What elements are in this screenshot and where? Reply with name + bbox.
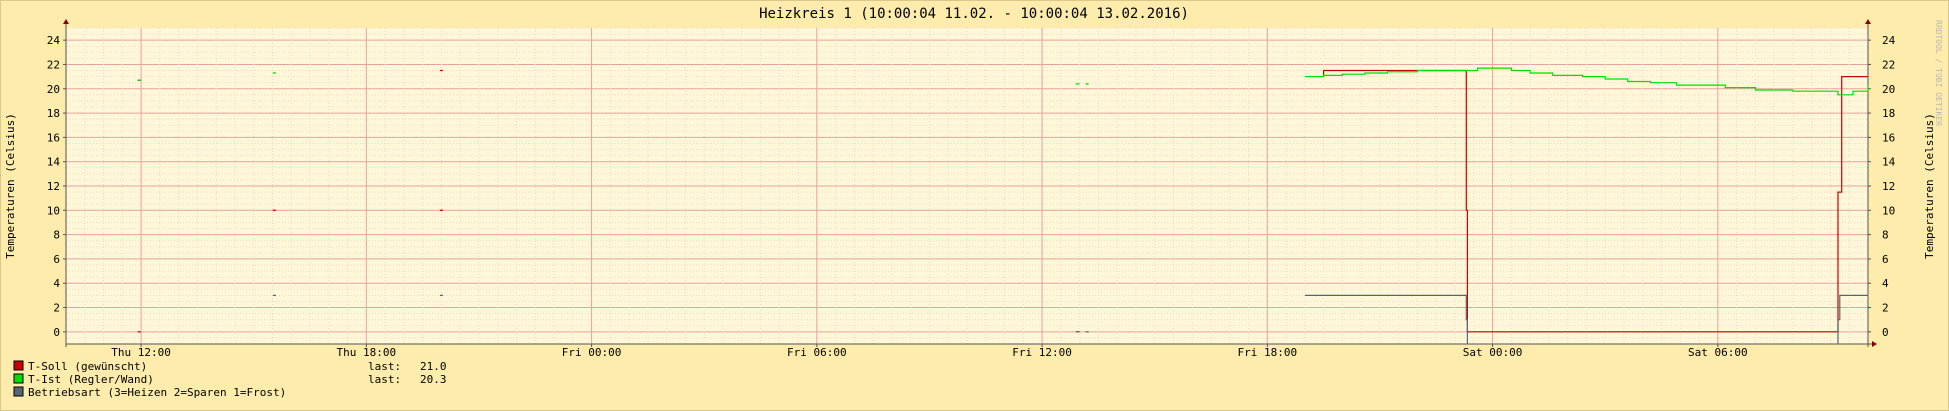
y-tick-label: 8	[1882, 229, 1889, 242]
y-tick-label: 18	[1882, 107, 1895, 120]
y-tick-label: 18	[47, 107, 60, 120]
y-tick-label: 14	[1882, 156, 1896, 169]
legend-last-value: 21.0	[420, 360, 447, 373]
watermark: RRDTOOL / TOBI OETIKER	[1934, 20, 1943, 126]
y-tick-label: 12	[47, 180, 60, 193]
x-tick-label: Thu 12:00	[111, 346, 171, 359]
x-tick-label: Thu 18:00	[337, 346, 397, 359]
legend-label: T-Ist (Regler/Wand)	[28, 373, 154, 386]
y-tick-label: 4	[53, 277, 60, 290]
legend: T-Soll (gewünscht) last: 21.0 T-Ist (Regler…	[13, 360, 447, 399]
legend-swatch	[13, 386, 24, 397]
y-tick-label: 2	[1882, 302, 1889, 315]
y-arrow-right	[1865, 19, 1871, 24]
y-axis-label-left: Temperaturen (Celsius)	[4, 113, 17, 259]
y-tick-label: 10	[1882, 204, 1895, 217]
y-tick-labels-left: 024681012141618202224	[47, 34, 66, 339]
y-tick-label: 14	[47, 156, 61, 169]
y-tick-label: 16	[47, 131, 60, 144]
y-tick-label: 22	[1882, 58, 1895, 71]
y-tick-label: 2	[53, 302, 60, 315]
legend-last-label: last:	[368, 373, 401, 386]
x-tick-labels: Thu 12:00 Thu 18:00 Fri 00:00 Fri 06:00 Fri …	[111, 344, 1748, 359]
y-tick-label: 0	[53, 326, 60, 339]
x-tick-label: Sat 06:00	[1688, 346, 1748, 359]
x-arrow	[1872, 341, 1877, 347]
x-tick-label: Fri 12:00	[1012, 346, 1072, 359]
y-tick-label: 4	[1882, 277, 1889, 290]
legend-label: T-Soll (gewünscht)	[28, 360, 147, 373]
legend-label: Betriebsart (3=Heizen 2=Sparen 1=Frost)	[28, 386, 286, 399]
y-tick-label: 6	[53, 253, 60, 266]
y-axis-label-right: Temperaturen (Celsius)	[1923, 113, 1936, 259]
x-tick-label: Sat 00:00	[1463, 346, 1523, 359]
y-tick-label: 24	[47, 34, 61, 47]
y-tick-label: 20	[1882, 83, 1895, 96]
y-tick-label: 0	[1882, 326, 1889, 339]
y-arrow-left	[63, 19, 69, 24]
x-tick-label: Fri 18:00	[1238, 346, 1298, 359]
legend-swatch	[13, 373, 24, 384]
x-tick-label: Fri 06:00	[787, 346, 847, 359]
y-tick-label: 12	[1882, 180, 1895, 193]
y-tick-label: 8	[53, 229, 60, 242]
y-tick-label: 16	[1882, 131, 1895, 144]
y-tick-label: 22	[47, 58, 60, 71]
y-tick-label: 6	[1882, 253, 1889, 266]
y-tick-label: 24	[1882, 34, 1896, 47]
legend-last-label: last:	[368, 360, 401, 373]
y-tick-label: 20	[47, 83, 60, 96]
x-tick-label: Fri 00:00	[562, 346, 622, 359]
temperature-chart: Heizkreis 1 (10:00:04 11.02. - 10:00:04 …	[4, 6, 1943, 399]
chart-title: Heizkreis 1 (10:00:04 11.02. - 10:00:04 …	[759, 6, 1189, 22]
y-tick-label: 10	[47, 204, 60, 217]
y-tick-labels-right: 024681012141618202224	[1868, 34, 1896, 339]
legend-swatch	[13, 360, 24, 371]
legend-last-value: 20.3	[420, 373, 447, 386]
